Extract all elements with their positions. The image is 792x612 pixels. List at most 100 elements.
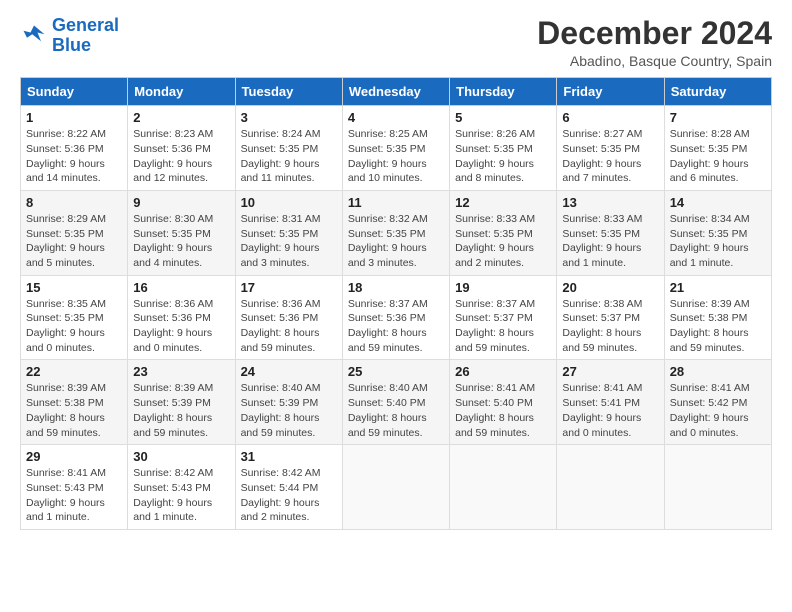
day-info: Sunrise: 8:29 AMSunset: 5:35 PMDaylight:… — [26, 212, 122, 271]
calendar-week-row: 1 Sunrise: 8:22 AMSunset: 5:36 PMDaylight… — [21, 106, 772, 191]
calendar-day-cell: 31 Sunrise: 8:42 AMSunset: 5:44 PMDayligh… — [235, 445, 342, 530]
calendar-day-cell: 18Sunrise: 8:37 AMSunset: 5:36 PMDayligh… — [342, 275, 449, 360]
calendar-header-tuesday: Tuesday — [235, 78, 342, 106]
day-info: Sunrise: 8:42 AMSunset: 5:44 PMDaylight:… — [241, 466, 337, 525]
calendar-day-cell: 10Sunrise: 8:31 AMSunset: 5:35 PMDayligh… — [235, 190, 342, 275]
day-number: 8 — [26, 195, 122, 210]
day-number: 19 — [455, 280, 551, 295]
calendar-day-cell: 26 Sunrise: 8:41 AMSunset: 5:40 PMDayligh… — [450, 360, 557, 445]
day-info: Sunrise: 8:39 AMSunset: 5:38 PMDaylight:… — [670, 297, 766, 356]
day-number: 20 — [562, 280, 658, 295]
calendar-day-cell: 7Sunrise: 8:28 AMSunset: 5:35 PMDaylight… — [664, 106, 771, 191]
calendar-day-cell: 15 Sunrise: 8:35 AMSunset: 5:35 PMDayligh… — [21, 275, 128, 360]
calendar-header-sunday: Sunday — [21, 78, 128, 106]
logo-text: General Blue — [52, 16, 119, 56]
calendar-day-cell: 24 Sunrise: 8:40 AMSunset: 5:39 PMDayligh… — [235, 360, 342, 445]
calendar-day-cell: 21Sunrise: 8:39 AMSunset: 5:38 PMDayligh… — [664, 275, 771, 360]
calendar-day-cell: 2 Sunrise: 8:23 AMSunset: 5:36 PMDaylight… — [128, 106, 235, 191]
month-title: December 2024 — [537, 16, 772, 51]
calendar-day-cell: 4Sunrise: 8:25 AMSunset: 5:35 PMDaylight… — [342, 106, 449, 191]
day-number: 24 — [241, 364, 337, 379]
day-number: 30 — [133, 449, 229, 464]
day-info: Sunrise: 8:33 AMSunset: 5:35 PMDaylight:… — [562, 212, 658, 271]
day-number: 9 — [133, 195, 229, 210]
day-number: 31 — [241, 449, 337, 464]
calendar-day-cell: 28 Sunrise: 8:41 AMSunset: 5:42 PMDayligh… — [664, 360, 771, 445]
day-number: 23 — [133, 364, 229, 379]
day-number: 6 — [562, 110, 658, 125]
calendar-day-cell: 20 Sunrise: 8:38 AMSunset: 5:37 PMDayligh… — [557, 275, 664, 360]
day-info: Sunrise: 8:35 AMSunset: 5:35 PMDaylight:… — [26, 297, 122, 356]
day-info: Sunrise: 8:38 AMSunset: 5:37 PMDaylight:… — [562, 297, 658, 356]
calendar-day-cell: 1 Sunrise: 8:22 AMSunset: 5:36 PMDaylight… — [21, 106, 128, 191]
calendar-header-thursday: Thursday — [450, 78, 557, 106]
day-info: Sunrise: 8:42 AMSunset: 5:43 PMDaylight:… — [133, 466, 229, 525]
day-info: Sunrise: 8:34 AMSunset: 5:35 PMDaylight:… — [670, 212, 766, 271]
day-number: 17 — [241, 280, 337, 295]
day-info: Sunrise: 8:39 AMSunset: 5:38 PMDaylight:… — [26, 381, 122, 440]
calendar-day-cell: 11 Sunrise: 8:32 AMSunset: 5:35 PMDayligh… — [342, 190, 449, 275]
day-number: 15 — [26, 280, 122, 295]
day-number: 25 — [348, 364, 444, 379]
calendar-week-row: 22 Sunrise: 8:39 AMSunset: 5:38 PMDayligh… — [21, 360, 772, 445]
day-info: Sunrise: 8:32 AMSunset: 5:35 PMDaylight:… — [348, 212, 444, 271]
calendar-day-cell: 3 Sunrise: 8:24 AMSunset: 5:35 PMDaylight… — [235, 106, 342, 191]
day-number: 4 — [348, 110, 444, 125]
day-number: 27 — [562, 364, 658, 379]
calendar-day-cell: 30 Sunrise: 8:42 AMSunset: 5:43 PMDayligh… — [128, 445, 235, 530]
calendar-day-cell — [450, 445, 557, 530]
day-info: Sunrise: 8:40 AMSunset: 5:39 PMDaylight:… — [241, 381, 337, 440]
day-info: Sunrise: 8:27 AMSunset: 5:35 PMDaylight:… — [562, 127, 658, 186]
calendar-week-row: 8 Sunrise: 8:29 AMSunset: 5:35 PMDaylight… — [21, 190, 772, 275]
day-info: Sunrise: 8:41 AMSunset: 5:43 PMDaylight:… — [26, 466, 122, 525]
calendar-header-monday: Monday — [128, 78, 235, 106]
day-info: Sunrise: 8:36 AMSunset: 5:36 PMDaylight:… — [241, 297, 337, 356]
day-info: Sunrise: 8:41 AMSunset: 5:41 PMDaylight:… — [562, 381, 658, 440]
calendar-week-row: 29Sunrise: 8:41 AMSunset: 5:43 PMDayligh… — [21, 445, 772, 530]
calendar-day-cell: 23Sunrise: 8:39 AMSunset: 5:39 PMDayligh… — [128, 360, 235, 445]
logo-icon — [20, 22, 48, 50]
calendar-day-cell: 5 Sunrise: 8:26 AMSunset: 5:35 PMDaylight… — [450, 106, 557, 191]
day-number: 18 — [348, 280, 444, 295]
day-number: 1 — [26, 110, 122, 125]
calendar-day-cell: 19 Sunrise: 8:37 AMSunset: 5:37 PMDayligh… — [450, 275, 557, 360]
day-info: Sunrise: 8:37 AMSunset: 5:37 PMDaylight:… — [455, 297, 551, 356]
day-info: Sunrise: 8:40 AMSunset: 5:40 PMDaylight:… — [348, 381, 444, 440]
calendar-week-row: 15 Sunrise: 8:35 AMSunset: 5:35 PMDayligh… — [21, 275, 772, 360]
day-number: 13 — [562, 195, 658, 210]
page-header: General Blue December 2024 Abadino, Basq… — [20, 16, 772, 69]
calendar-day-cell: 9 Sunrise: 8:30 AMSunset: 5:35 PMDaylight… — [128, 190, 235, 275]
day-number: 26 — [455, 364, 551, 379]
day-number: 7 — [670, 110, 766, 125]
day-number: 10 — [241, 195, 337, 210]
title-block: December 2024 Abadino, Basque Country, S… — [537, 16, 772, 69]
day-number: 16 — [133, 280, 229, 295]
calendar-table: SundayMondayTuesdayWednesdayThursdayFrid… — [20, 77, 772, 530]
calendar-header-wednesday: Wednesday — [342, 78, 449, 106]
calendar-body: 1 Sunrise: 8:22 AMSunset: 5:36 PMDaylight… — [21, 106, 772, 530]
day-number: 2 — [133, 110, 229, 125]
day-info: Sunrise: 8:30 AMSunset: 5:35 PMDaylight:… — [133, 212, 229, 271]
calendar-day-cell: 17 Sunrise: 8:36 AMSunset: 5:36 PMDayligh… — [235, 275, 342, 360]
day-number: 22 — [26, 364, 122, 379]
day-number: 5 — [455, 110, 551, 125]
day-info: Sunrise: 8:41 AMSunset: 5:42 PMDaylight:… — [670, 381, 766, 440]
calendar-header-saturday: Saturday — [664, 78, 771, 106]
day-info: Sunrise: 8:24 AMSunset: 5:35 PMDaylight:… — [241, 127, 337, 186]
day-info: Sunrise: 8:26 AMSunset: 5:35 PMDaylight:… — [455, 127, 551, 186]
day-number: 28 — [670, 364, 766, 379]
day-number: 11 — [348, 195, 444, 210]
calendar-day-cell: 29Sunrise: 8:41 AMSunset: 5:43 PMDayligh… — [21, 445, 128, 530]
day-info: Sunrise: 8:23 AMSunset: 5:36 PMDaylight:… — [133, 127, 229, 186]
day-info: Sunrise: 8:22 AMSunset: 5:36 PMDaylight:… — [26, 127, 122, 186]
location-subtitle: Abadino, Basque Country, Spain — [537, 53, 772, 69]
calendar-header-row: SundayMondayTuesdayWednesdayThursdayFrid… — [21, 78, 772, 106]
day-number: 3 — [241, 110, 337, 125]
calendar-day-cell: 16Sunrise: 8:36 AMSunset: 5:36 PMDayligh… — [128, 275, 235, 360]
calendar-day-cell: 6 Sunrise: 8:27 AMSunset: 5:35 PMDaylight… — [557, 106, 664, 191]
day-info: Sunrise: 8:33 AMSunset: 5:35 PMDaylight:… — [455, 212, 551, 271]
day-info: Sunrise: 8:41 AMSunset: 5:40 PMDaylight:… — [455, 381, 551, 440]
calendar-day-cell: 27 Sunrise: 8:41 AMSunset: 5:41 PMDayligh… — [557, 360, 664, 445]
calendar-day-cell: 13 Sunrise: 8:33 AMSunset: 5:35 PMDayligh… — [557, 190, 664, 275]
day-number: 12 — [455, 195, 551, 210]
